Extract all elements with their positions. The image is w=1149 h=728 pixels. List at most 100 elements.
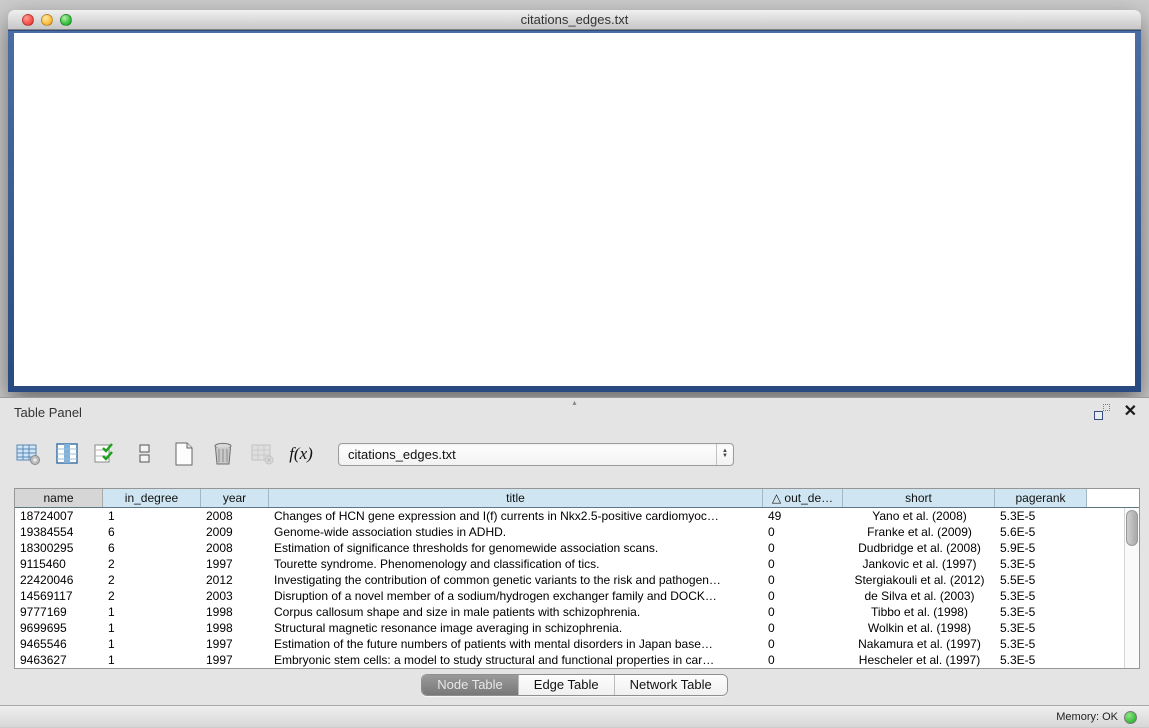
status-bar: Memory: OK [0, 705, 1149, 727]
table-settings-icon[interactable] [14, 440, 42, 468]
table-row[interactable]: 1830029562008Estimation of significance … [15, 540, 1139, 556]
function-glyph: f(x) [289, 444, 313, 464]
panel-resize-grip[interactable]: ▴ [568, 399, 582, 406]
cell-name: 14569117 [15, 588, 103, 604]
create-table-icon[interactable] [170, 440, 198, 468]
cell-in_degree: 2 [103, 556, 201, 572]
cell-short: Dudbridge et al. (2008) [843, 540, 995, 556]
table-row[interactable]: 911546021997Tourette syndrome. Phenomeno… [15, 556, 1139, 572]
cell-year: 2012 [201, 572, 269, 588]
dropdown-stepper-icon: ▲▼ [716, 444, 733, 465]
cell-title: Corpus callosum shape and size in male p… [269, 604, 763, 620]
table-row[interactable]: 2242004622012Investigating the contribut… [15, 572, 1139, 588]
graph-window: citations_edges.txt [8, 10, 1141, 392]
close-panel-icon[interactable]: ✕ [1124, 404, 1137, 420]
table-row[interactable]: 946362711997Embryonic stem cells: a mode… [15, 652, 1139, 668]
table-row[interactable]: 977716911998Corpus callosum shape and si… [15, 604, 1139, 620]
column-header-pagerank[interactable]: pagerank [995, 489, 1087, 507]
delete-rows-icon[interactable] [209, 440, 237, 468]
cell-name: 9699695 [15, 620, 103, 636]
function-builder-icon[interactable]: f(x) [287, 440, 315, 468]
cell-name: 9465546 [15, 636, 103, 652]
table-row[interactable]: 1938455462009Genome-wide association stu… [15, 524, 1139, 540]
scrollbar-thumb[interactable] [1126, 510, 1138, 546]
column-header-out_degree[interactable]: △ out_de… [763, 489, 843, 507]
cell-title: Changes of HCN gene expression and I(f) … [269, 508, 763, 524]
cell-year: 2008 [201, 508, 269, 524]
cell-short: Jankovic et al. (1997) [843, 556, 995, 572]
delete-table-icon[interactable] [248, 440, 276, 468]
cell-name: 19384554 [15, 524, 103, 540]
cell-out_degree: 0 [763, 604, 843, 620]
float-panel-icon[interactable] [1094, 404, 1110, 420]
select-rows-icon[interactable] [92, 440, 120, 468]
column-header-year[interactable]: year [201, 489, 269, 507]
cell-name: 18300295 [15, 540, 103, 556]
close-window-button[interactable] [22, 14, 34, 26]
cell-short: Franke et al. (2009) [843, 524, 995, 540]
cell-in_degree: 2 [103, 572, 201, 588]
row-height-icon[interactable] [131, 440, 159, 468]
cell-title: Tourette syndrome. Phenomenology and cla… [269, 556, 763, 572]
cell-in_degree: 2 [103, 588, 201, 604]
tab-edge-table[interactable]: Edge Table [519, 675, 615, 695]
table-row[interactable]: 1456911722003Disruption of a novel membe… [15, 588, 1139, 604]
network-canvas[interactable] [14, 33, 1135, 386]
table-row[interactable]: 969969511998Structural magnetic resonanc… [15, 620, 1139, 636]
window-title: citations_edges.txt [8, 10, 1141, 30]
column-header-short[interactable]: short [843, 489, 995, 507]
cell-short: Nakamura et al. (1997) [843, 636, 995, 652]
cell-pagerank: 5.3E-5 [995, 636, 1087, 652]
cell-short: Stergiakouli et al. (2012) [843, 572, 995, 588]
cell-out_degree: 0 [763, 620, 843, 636]
cell-year: 2009 [201, 524, 269, 540]
table-selector-value: citations_edges.txt [348, 444, 456, 465]
window-titlebar[interactable]: citations_edges.txt [8, 10, 1141, 30]
cell-out_degree: 0 [763, 524, 843, 540]
cell-year: 1997 [201, 636, 269, 652]
cell-in_degree: 1 [103, 604, 201, 620]
cell-short: de Silva et al. (2003) [843, 588, 995, 604]
cell-in_degree: 1 [103, 620, 201, 636]
cell-short: Tibbo et al. (1998) [843, 604, 995, 620]
tab-network-table[interactable]: Network Table [615, 675, 727, 695]
cell-year: 1997 [201, 556, 269, 572]
cell-out_degree: 0 [763, 636, 843, 652]
cell-year: 1998 [201, 604, 269, 620]
zoom-window-button[interactable] [60, 14, 72, 26]
cell-name: 9463627 [15, 652, 103, 668]
cell-title: Disruption of a novel member of a sodium… [269, 588, 763, 604]
table-row[interactable]: 1872400712008Changes of HCN gene express… [15, 508, 1139, 524]
column-header-title[interactable]: title [269, 489, 763, 507]
cell-title: Estimation of significance thresholds fo… [269, 540, 763, 556]
cell-pagerank: 5.3E-5 [995, 588, 1087, 604]
tab-node-table[interactable]: Node Table [422, 675, 519, 695]
cell-title: Investigating the contribution of common… [269, 572, 763, 588]
column-header-in_degree[interactable]: in_degree [103, 489, 201, 507]
cell-out_degree: 0 [763, 540, 843, 556]
cell-pagerank: 5.9E-5 [995, 540, 1087, 556]
column-header-name[interactable]: name [15, 489, 103, 507]
table-row[interactable]: 946554611997Estimation of the future num… [15, 636, 1139, 652]
show-columns-icon[interactable] [53, 440, 81, 468]
cell-in_degree: 1 [103, 652, 201, 668]
memory-status-label: Memory: OK [1056, 711, 1118, 723]
minimize-window-button[interactable] [41, 14, 53, 26]
table-header-row: namein_degreeyeartitle△ out_de…shortpage… [15, 489, 1139, 508]
memory-status-icon[interactable] [1124, 711, 1137, 724]
table-vertical-scrollbar[interactable] [1124, 508, 1139, 668]
cell-out_degree: 0 [763, 588, 843, 604]
table-body: 1872400712008Changes of HCN gene express… [15, 508, 1139, 668]
cell-in_degree: 1 [103, 508, 201, 524]
cell-title: Estimation of the future numbers of pati… [269, 636, 763, 652]
node-table: namein_degreeyeartitle△ out_de…shortpage… [14, 488, 1140, 669]
cell-title: Genome-wide association studies in ADHD. [269, 524, 763, 540]
cell-pagerank: 5.3E-5 [995, 620, 1087, 636]
cell-name: 9115460 [15, 556, 103, 572]
cell-out_degree: 0 [763, 652, 843, 668]
table-selector-dropdown[interactable]: citations_edges.txt ▲▼ [338, 443, 734, 466]
cell-pagerank: 5.6E-5 [995, 524, 1087, 540]
cell-name: 9777169 [15, 604, 103, 620]
cell-year: 2003 [201, 588, 269, 604]
cell-year: 2008 [201, 540, 269, 556]
